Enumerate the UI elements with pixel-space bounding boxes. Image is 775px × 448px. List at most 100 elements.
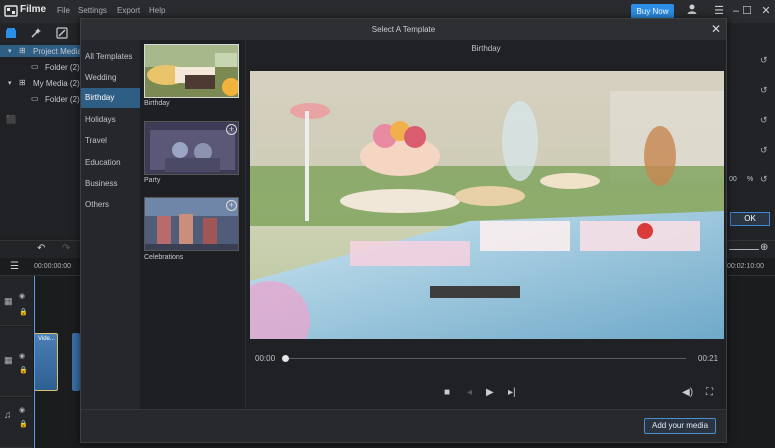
menu-export[interactable]: Export <box>117 6 140 15</box>
track-header: ▦ ◉ 🔒 <box>0 276 33 326</box>
properties-panel: ↺ ↺ ↺ ↺ 00 % ↺ <box>726 23 775 240</box>
preview-title: Birthday <box>471 44 501 53</box>
party-thumb-image <box>145 122 238 174</box>
next-frame-icon[interactable]: ▸| <box>508 387 516 398</box>
redo-icon[interactable]: ↷ <box>62 243 70 254</box>
folder-icon: ▭ <box>31 62 39 71</box>
menu-settings[interactable]: Settings <box>78 6 107 15</box>
close-window-icon[interactable]: ✕ <box>757 3 775 19</box>
video-track-icon: ▦ <box>4 296 13 306</box>
track-menu-icon[interactable]: ☰ <box>10 261 19 272</box>
template-label: Celebrations <box>144 254 184 261</box>
caret-down-icon: ▾ <box>8 80 12 87</box>
lock-icon[interactable]: 🔒 <box>19 366 28 374</box>
template-label: Birthday <box>144 100 170 107</box>
tree-label: My Media (2) <box>33 79 80 88</box>
previous-frame-icon[interactable]: ◂ <box>467 387 472 398</box>
track-header: ♫ ◉ 🔒 <box>0 398 33 448</box>
template-label: Party <box>144 177 161 184</box>
duration: 00:21 <box>698 354 719 363</box>
category-holidays[interactable]: Holidays <box>81 110 140 130</box>
account-icon[interactable] <box>683 3 701 19</box>
tree-label: Project Media <box>33 47 82 56</box>
ok-button[interactable]: OK <box>730 212 770 226</box>
media-toolbar <box>0 23 80 43</box>
track-header: ▦ ◉ 🔒 <box>0 327 33 397</box>
buy-now-button[interactable]: Buy Now <box>631 4 674 19</box>
progress-track[interactable] <box>285 358 686 359</box>
video-clip[interactable]: Vide... <box>34 333 58 391</box>
percent-value: 00 <box>729 176 737 183</box>
close-icon[interactable]: ✕ <box>709 21 723 37</box>
reset-icon[interactable]: ↺ <box>760 115 768 126</box>
stop-icon[interactable]: ■ <box>444 387 450 398</box>
reset-icon[interactable]: ↺ <box>760 55 768 66</box>
eye-icon[interactable]: ◉ <box>19 292 25 300</box>
video-track-icon: ▦ <box>4 355 13 365</box>
tree-item-my-media[interactable]: ▾ ⊞ My Media (2) <box>0 77 80 89</box>
category-others[interactable]: Others <box>81 195 140 215</box>
dialog-title: Select A Template <box>81 19 726 40</box>
fullscreen-icon[interactable]: ⛶ <box>706 387 713 398</box>
current-time: 00:00 <box>255 354 276 363</box>
menu-lines-icon[interactable]: ☰ <box>710 3 728 19</box>
category-wedding[interactable]: Wedding <box>81 68 140 88</box>
eye-icon[interactable]: ◉ <box>19 352 25 360</box>
media-panel: ▾ ⊞ Project Media ▭ Folder (2) ▾ ⊞ My Me… <box>0 43 82 238</box>
category-birthday[interactable]: Birthday <box>81 88 140 108</box>
play-icon[interactable]: ▶ <box>486 387 494 398</box>
grid-icon: ⊞ <box>19 46 26 55</box>
template-thumb-birthday[interactable] <box>144 44 239 98</box>
birthday-preview-image <box>250 71 724 339</box>
tree-item-folder[interactable]: ▭ Folder (2) <box>0 93 80 105</box>
video-clip[interactable] <box>72 333 80 391</box>
tree-item-project-media[interactable]: ▾ ⊞ Project Media <box>0 45 82 57</box>
reset-icon[interactable]: ↺ <box>760 145 768 156</box>
preview-video[interactable] <box>250 71 724 339</box>
zoom-slider[interactable] <box>729 249 759 250</box>
edit-icon[interactable] <box>56 27 68 39</box>
undo-icon[interactable]: ↶ <box>37 243 45 254</box>
add-template-icon[interactable]: + <box>226 200 237 211</box>
percent-unit: % <box>747 176 754 183</box>
add-your-media-button[interactable]: Add your media <box>644 418 716 434</box>
ruler-start-time: 00:00:00:00 <box>34 263 71 270</box>
template-thumb-celebrations[interactable]: + <box>144 197 239 251</box>
template-list: Birthday + Party + Celebrations <box>140 40 246 409</box>
speaker-icon[interactable]: ◉ <box>19 406 25 414</box>
effects-icon[interactable] <box>30 27 42 39</box>
category-business[interactable]: Business <box>81 174 140 194</box>
lock-icon[interactable]: 🔒 <box>19 420 28 428</box>
menu-help[interactable]: Help <box>149 6 165 15</box>
category-all-templates[interactable]: All Templates <box>81 47 140 67</box>
birthday-thumb-image <box>145 45 238 97</box>
add-template-icon[interactable]: + <box>226 124 237 135</box>
zoom-in-icon[interactable]: ⊕ <box>760 242 768 253</box>
celebrations-thumb-image <box>145 198 238 250</box>
lock-icon[interactable]: 🔒 <box>19 308 28 316</box>
maximize-icon[interactable]: ☐ <box>738 3 756 19</box>
clip-label: Vide... <box>38 336 55 342</box>
category-education[interactable]: Education <box>81 153 140 173</box>
grid-icon: ⊞ <box>19 78 26 87</box>
reset-icon[interactable]: ↺ <box>760 174 768 185</box>
menu-file[interactable]: File <box>57 6 70 15</box>
tree-label: Folder (2) <box>45 63 80 72</box>
media-icon[interactable] <box>5 27 17 39</box>
import-icon[interactable]: ⬛ <box>6 115 16 124</box>
playhead[interactable] <box>34 276 35 448</box>
template-preview: Birthday 00:00 00:21 ■ ◂ ▶ ▸| ◀) ⛶ <box>246 40 726 409</box>
tree-item-folder[interactable]: ▭ Folder (2) <box>0 61 80 73</box>
template-thumb-party[interactable]: + <box>144 121 239 175</box>
ruler-end-time: 00:02:10:00 <box>727 263 764 270</box>
template-categories: All Templates Wedding Birthday Holidays … <box>81 40 140 409</box>
music-track-icon: ♫ <box>4 410 12 421</box>
reset-icon[interactable]: ↺ <box>760 85 768 96</box>
playback-controls: ■ ◂ ▶ ▸| ◀) ⛶ <box>246 382 726 409</box>
progress-knob[interactable] <box>281 355 289 362</box>
app-name: Filme <box>20 4 47 15</box>
volume-icon[interactable]: ◀) <box>682 387 693 398</box>
caret-down-icon: ▾ <box>8 48 12 55</box>
filme-logo-icon <box>4 5 18 17</box>
category-travel[interactable]: Travel <box>81 131 140 151</box>
